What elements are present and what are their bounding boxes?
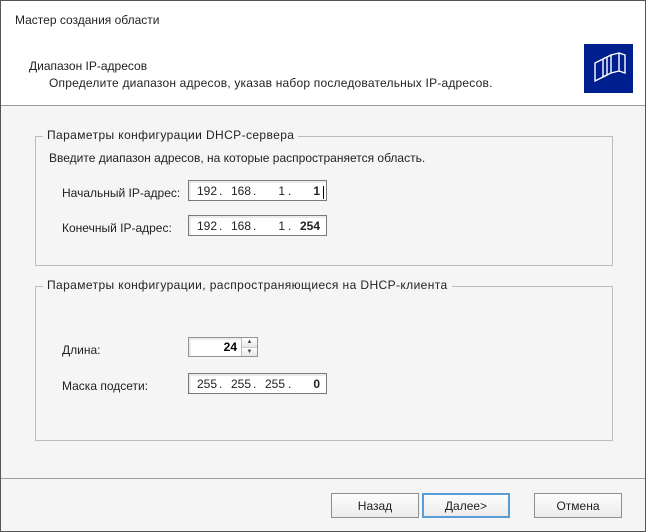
start-ip-input[interactable]: 192. 168. 1. 1 [188,180,327,201]
next-button[interactable]: Далее> [422,493,510,518]
mask-octet-3[interactable]: 255 [257,377,288,391]
wizard-window: Мастер создания области Диапазон IP-адре… [0,0,646,532]
length-label: Длина: [62,343,100,357]
start-ip-label: Начальный IP-адрес: [62,186,180,200]
server-range-intro: Введите диапазон адресов, на которые рас… [49,151,425,165]
end-ip-octet-2[interactable]: 168 [223,219,253,233]
text-caret [323,186,324,199]
length-spin-down[interactable]: ▼ [242,348,257,357]
folders-icon [584,44,633,93]
group-dhcp-client: Параметры конфигурации, распространяющие… [35,286,613,441]
length-spinner[interactable]: 24 ▲ ▼ [188,337,258,357]
end-ip-octet-1[interactable]: 192 [189,219,219,233]
page-description: Определите диапазон адресов, указав набо… [49,76,493,90]
wizard-body: Параметры конфигурации DHCP-сервера Введ… [1,106,645,478]
end-ip-input[interactable]: 192. 168. 1. 254 [188,215,327,236]
cancel-button[interactable]: Отмена [534,493,622,518]
group-dhcp-client-title: Параметры конфигурации, распространяющие… [43,278,452,292]
page-title: Диапазон IP-адресов [29,59,147,73]
end-ip-octet-4[interactable]: 254 [292,219,326,233]
end-ip-octet-3[interactable]: 1 [257,219,288,233]
length-spinner-buttons: ▲ ▼ [241,338,257,356]
start-ip-octet-2[interactable]: 168 [223,184,253,198]
back-button[interactable]: Назад [331,493,419,518]
mask-octet-4[interactable]: 0 [292,377,326,391]
length-value[interactable]: 24 [189,338,241,356]
wizard-header: Мастер создания области Диапазон IP-адре… [1,1,645,106]
subnet-mask-label: Маска подсети: [62,379,148,393]
start-ip-octet-3[interactable]: 1 [257,184,288,198]
length-spin-up[interactable]: ▲ [242,338,257,348]
wizard-title: Мастер создания области [15,13,159,27]
group-dhcp-server-title: Параметры конфигурации DHCP-сервера [43,128,298,142]
group-dhcp-server: Параметры конфигурации DHCP-сервера Введ… [35,136,613,266]
start-ip-octet-1[interactable]: 192 [189,184,219,198]
start-ip-octet-4[interactable]: 1 [292,184,326,198]
subnet-mask-input[interactable]: 255. 255. 255. 0 [188,373,327,394]
end-ip-label: Конечный IP-адрес: [62,221,172,235]
mask-octet-1[interactable]: 255 [189,377,219,391]
wizard-footer: Назад Далее> Отмена [1,478,645,531]
mask-octet-2[interactable]: 255 [223,377,253,391]
